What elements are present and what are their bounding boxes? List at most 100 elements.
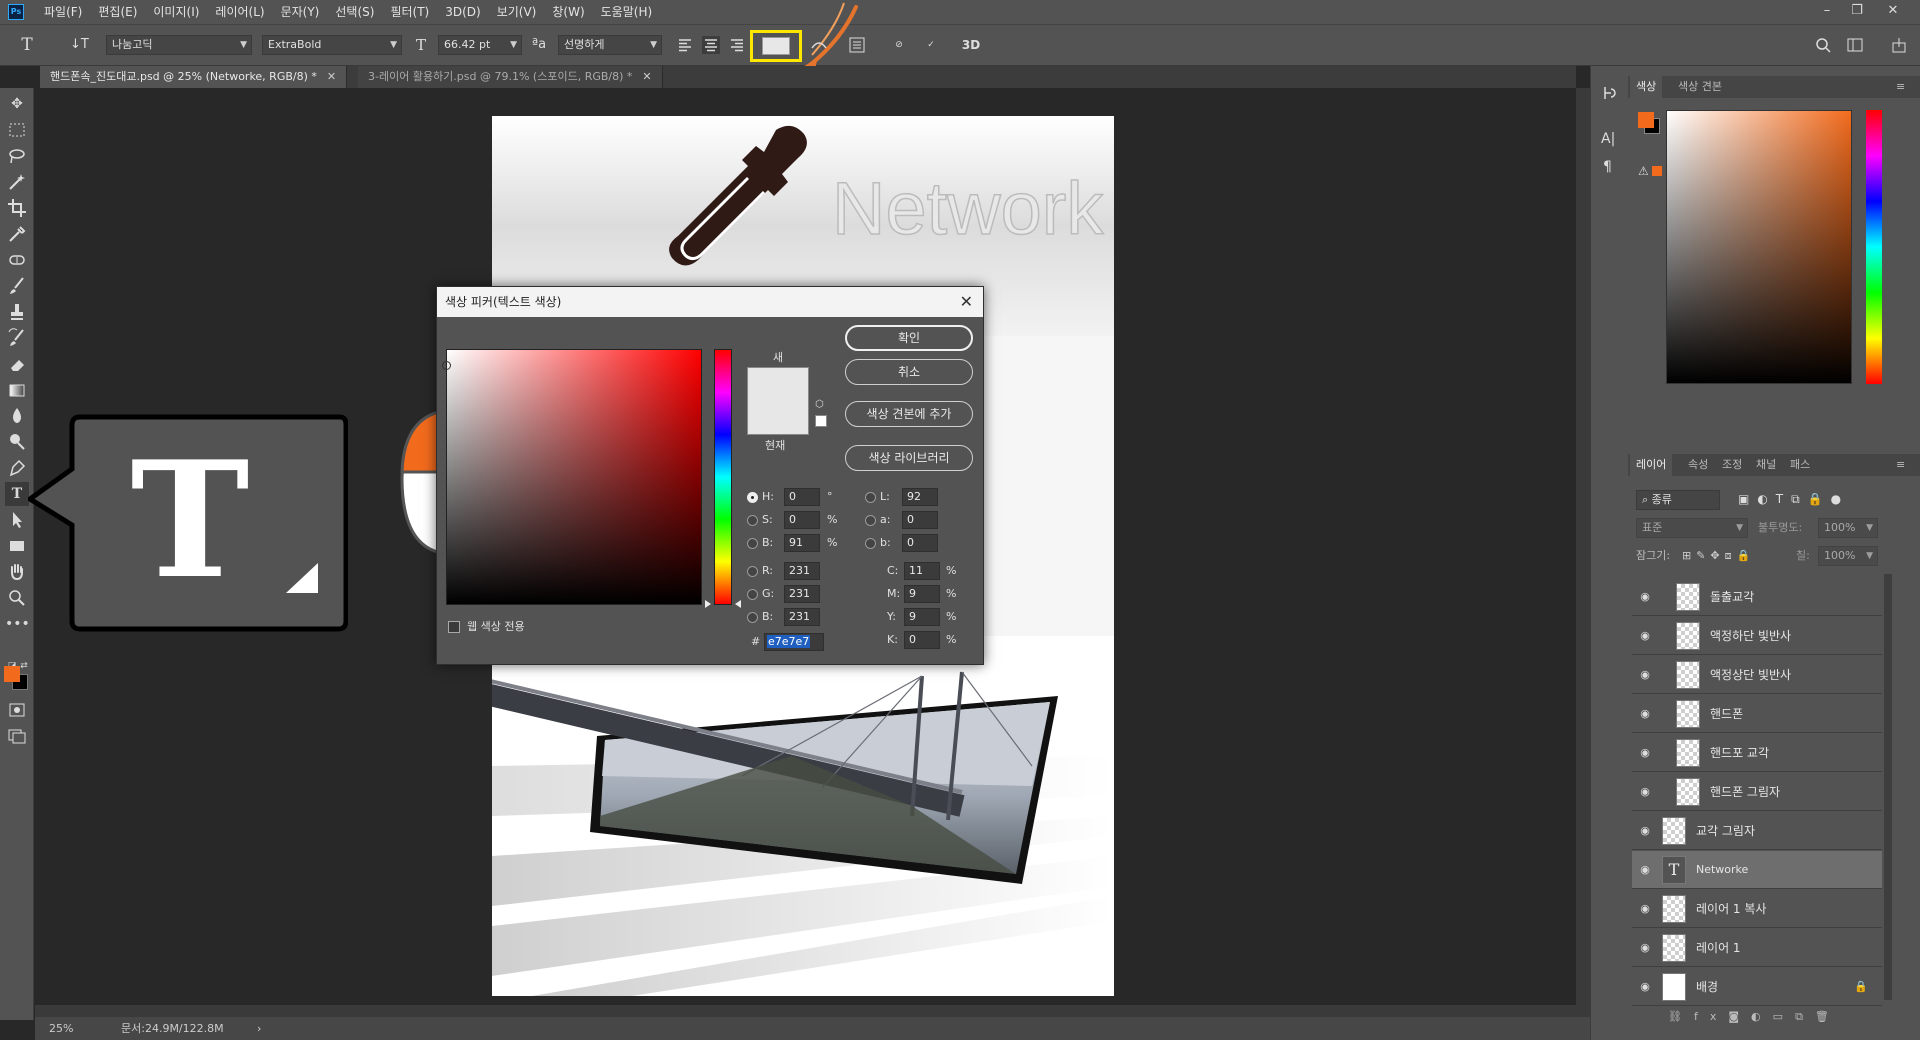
layer-thumbnail[interactable]	[1676, 739, 1700, 767]
layer-row[interactable]: ◉ 핸드포 교각	[1632, 734, 1882, 772]
font-family-dropdown[interactable]: 나눔고딕 ▼	[106, 35, 252, 55]
web-safe-swatch[interactable]	[815, 415, 827, 427]
menu-image[interactable]: 이미지(I)	[145, 0, 207, 24]
menu-file[interactable]: 파일(F)	[36, 0, 90, 24]
rectangle-tool-icon[interactable]	[5, 534, 29, 558]
tab-paths[interactable]: 패스	[1784, 454, 1816, 476]
character-panel-icon[interactable]: A|	[1601, 130, 1619, 148]
radio-hue[interactable]	[747, 492, 758, 503]
color-field[interactable]	[1666, 110, 1852, 384]
path-selection-tool-icon[interactable]	[5, 508, 29, 532]
a-field[interactable]: 0	[902, 511, 938, 529]
blur-tool-icon[interactable]	[5, 404, 29, 428]
opacity-field[interactable]: 100% ▼	[1818, 518, 1878, 538]
layer-row[interactable]: ◉ 핸드폰	[1632, 695, 1882, 733]
gamut-warning-swatch[interactable]	[1652, 166, 1662, 176]
pen-tool-icon[interactable]	[5, 456, 29, 480]
magic-wand-tool-icon[interactable]	[5, 170, 29, 194]
radio-saturation[interactable]	[747, 515, 758, 526]
horizontal-scrollbar[interactable]	[35, 1005, 1576, 1017]
screen-mode-icon[interactable]	[5, 724, 29, 748]
close-icon[interactable]: ✕	[642, 70, 651, 83]
fill-field[interactable]: 100% ▼	[1818, 546, 1878, 566]
blend-mode-dropdown[interactable]: 표준 ▼	[1636, 518, 1748, 538]
saturation-brightness-field[interactable]	[446, 349, 702, 605]
lock-icons[interactable]: ⊞✎✥⧈🔒	[1682, 546, 1755, 566]
share-icon[interactable]	[1890, 36, 1908, 54]
cyan-field[interactable]: 11	[904, 562, 940, 580]
type-tool-icon[interactable]: T	[5, 482, 29, 506]
saturation-field[interactable]: 0	[784, 511, 820, 529]
panel-foreground-swatch[interactable]	[1638, 112, 1654, 128]
tab-swatches[interactable]: 색상 견본	[1672, 76, 1728, 98]
font-size-dropdown[interactable]: 66.42 pt ▼	[438, 35, 522, 55]
layer-thumbnail[interactable]	[1676, 661, 1700, 689]
menu-edit[interactable]: 편집(E)	[90, 0, 145, 24]
visibility-eye-icon[interactable]: ◉	[1638, 863, 1652, 877]
hue-slider-left-arrow[interactable]	[705, 600, 711, 608]
brightness-field[interactable]: 91	[784, 534, 820, 552]
text-color-swatch[interactable]	[762, 37, 790, 55]
visibility-eye-icon[interactable]: ◉	[1638, 824, 1652, 838]
blue-field[interactable]: 231	[784, 608, 820, 626]
restore-button[interactable]: ❐	[1844, 0, 1870, 24]
yellow-field[interactable]: 9	[904, 608, 940, 626]
layer-filter-icons[interactable]: ▣◐T⧉🔒●	[1738, 492, 1849, 507]
radio-lightness[interactable]	[865, 492, 876, 503]
healing-brush-tool-icon[interactable]	[5, 248, 29, 272]
text-orientation-icon[interactable]: ↓T	[70, 36, 89, 54]
align-right-icon[interactable]	[728, 36, 746, 54]
menu-help[interactable]: 도움말(H)	[593, 0, 661, 24]
web-colors-only-checkbox[interactable]	[448, 621, 460, 633]
hue-slider[interactable]	[1866, 110, 1882, 384]
adjustment-icon[interactable]: ◐	[1751, 1010, 1773, 1023]
radio-red[interactable]	[747, 566, 758, 577]
radio-a[interactable]	[865, 515, 876, 526]
layer-thumbnail[interactable]	[1662, 934, 1686, 962]
tab-layers[interactable]: 레이어	[1630, 454, 1673, 476]
marquee-tool-icon[interactable]	[5, 118, 29, 142]
zoom-tool-icon[interactable]	[5, 586, 29, 610]
hand-tool-icon[interactable]	[5, 560, 29, 584]
lasso-tool-icon[interactable]	[5, 144, 29, 168]
layer-row[interactable]: ◉ 레이어 1	[1632, 929, 1882, 967]
layer-thumbnail[interactable]	[1662, 973, 1686, 1001]
close-icon[interactable]: ✕	[327, 70, 336, 83]
current-color-swatch[interactable]	[747, 401, 809, 435]
font-style-dropdown[interactable]: ExtraBold ▼	[262, 35, 402, 55]
visibility-eye-icon[interactable]: ◉	[1638, 707, 1652, 721]
radio-brightness[interactable]	[747, 538, 758, 549]
align-center-icon[interactable]	[702, 36, 720, 54]
radio-b[interactable]	[865, 538, 876, 549]
history-brush-tool-icon[interactable]	[5, 326, 29, 350]
green-field[interactable]: 231	[784, 585, 820, 603]
panel-menu-icon[interactable]: ≡	[1890, 454, 1911, 476]
zoom-level[interactable]: 25%	[49, 1017, 73, 1040]
foreground-color-swatch[interactable]	[4, 666, 20, 682]
type-tool-preset-icon[interactable]: T	[18, 36, 36, 54]
quick-mask-icon[interactable]	[5, 698, 29, 722]
layers-scrollbar[interactable]	[1884, 574, 1892, 1000]
mask-icon[interactable]: ◙	[1728, 1010, 1751, 1023]
antialias-dropdown[interactable]: 선명하게 ▼	[558, 35, 662, 55]
menu-layer[interactable]: 레이어(L)	[207, 0, 272, 24]
layer-thumbnail[interactable]	[1662, 895, 1686, 923]
layer-row[interactable]: ◉ 액정하단 빛반사	[1632, 617, 1882, 655]
vertical-scrollbar[interactable]	[1576, 88, 1590, 1018]
visibility-eye-icon[interactable]: ◉	[1638, 629, 1652, 643]
black-field[interactable]: 0	[904, 631, 940, 649]
visibility-eye-icon[interactable]: ◉	[1638, 590, 1652, 604]
layer-thumbnail[interactable]	[1676, 778, 1700, 806]
close-window-button[interactable]: ✕	[1880, 0, 1906, 24]
workspace-icon[interactable]	[1846, 36, 1864, 54]
folder-icon[interactable]: ▭	[1773, 1010, 1795, 1023]
menu-3d[interactable]: 3D(D)	[437, 0, 488, 24]
hex-field[interactable]: e7e7e7	[764, 633, 824, 651]
fx-icon[interactable]: fx	[1694, 1010, 1728, 1023]
trash-icon[interactable]: 🗑	[1815, 1010, 1841, 1023]
b-field[interactable]: 0	[902, 534, 938, 552]
text-layer-thumbnail-icon[interactable]: T	[1662, 856, 1686, 884]
paragraph-panel-icon[interactable]: ¶	[1603, 158, 1621, 176]
layer-thumbnail[interactable]	[1676, 583, 1700, 611]
ok-button[interactable]: 확인	[845, 325, 973, 351]
